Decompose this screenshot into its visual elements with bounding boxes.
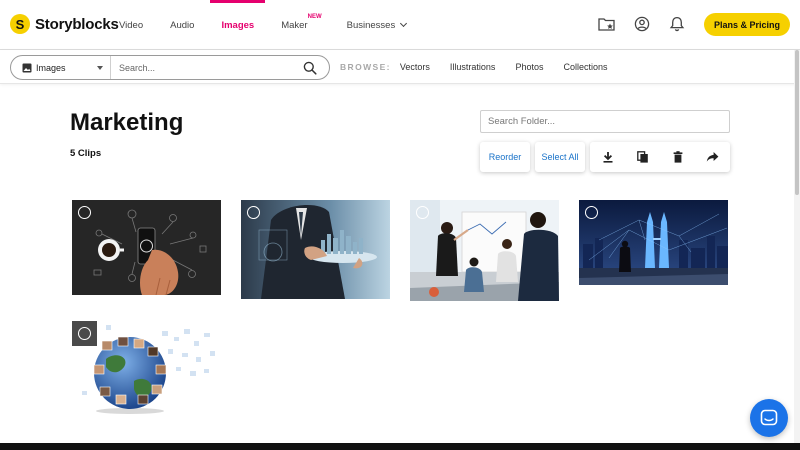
nav-businesses-label: Businesses: [346, 19, 396, 31]
caret-down-icon: [97, 65, 103, 70]
copy-icon: [636, 151, 648, 163]
select-all-button[interactable]: Select All: [535, 142, 585, 172]
clip-image-phone: [72, 200, 221, 295]
search-bar: Images BROWSE: Vectors Illustrations Pho…: [0, 50, 800, 84]
image-icon: [22, 63, 32, 72]
select-box[interactable]: [72, 321, 97, 346]
folder-actions: [590, 142, 730, 172]
browse-illustrations[interactable]: Illustrations: [450, 62, 496, 72]
clip-thumbnail[interactable]: [72, 200, 221, 295]
chevron-down-icon: [400, 19, 408, 28]
nav-images[interactable]: Images: [210, 0, 265, 50]
logo-text: Storyblocks: [35, 15, 119, 33]
media-type-label: Images: [36, 62, 66, 73]
nav-icon-group: [598, 15, 703, 33]
nav-audio-label: Audio: [170, 19, 195, 31]
new-badge: NEW: [307, 14, 322, 20]
storyblocks-logo[interactable]: S Storyblocks: [10, 14, 119, 34]
nav-businesses[interactable]: Businesses: [346, 0, 408, 50]
clip-thumbnail[interactable]: [410, 200, 559, 301]
select-circle-icon[interactable]: [247, 206, 260, 219]
clip-thumbnail[interactable]: [241, 200, 390, 299]
logo-mark: S: [10, 14, 30, 34]
nav-maker-label: Maker: [281, 19, 308, 31]
scrollbar-thumb[interactable]: [795, 50, 799, 195]
share-icon: [706, 152, 719, 162]
nav-images-label: Images: [221, 19, 255, 31]
browse-collections[interactable]: Collections: [563, 62, 607, 72]
browse-label: BROWSE:: [340, 62, 391, 72]
copy-button[interactable]: [625, 142, 660, 172]
download-icon: [603, 152, 612, 163]
plans-pricing-button[interactable]: Plans & Pricing: [704, 13, 790, 36]
clip-thumbnail[interactable]: [579, 200, 728, 285]
chat-icon: [760, 409, 778, 426]
page-scrollbar[interactable]: [794, 50, 800, 443]
clip-image-meeting: [410, 200, 559, 301]
clip-image-skyline: [579, 200, 728, 285]
nav-video[interactable]: Video: [119, 0, 143, 50]
search-icon[interactable]: [303, 61, 317, 75]
delete-button[interactable]: [660, 142, 695, 172]
browse-photos[interactable]: Photos: [515, 62, 543, 72]
footer-strip: [0, 443, 800, 450]
search-input[interactable]: [111, 57, 296, 78]
account-icon[interactable]: [633, 15, 651, 33]
folder-search-input[interactable]: [480, 110, 730, 133]
chat-support-button[interactable]: [750, 399, 788, 437]
select-circle-icon[interactable]: [585, 206, 598, 219]
bell-icon[interactable]: [668, 15, 686, 33]
select-circle-icon[interactable]: [78, 206, 91, 219]
top-navigation: S Storyblocks Video Audio Images Maker N…: [0, 0, 800, 50]
page-title: Marketing: [70, 109, 184, 136]
select-circle-icon[interactable]: [416, 206, 429, 219]
browse-links: BROWSE: Vectors Illustrations Photos Col…: [340, 50, 628, 84]
main-nav: Video Audio Images Maker NEW Businesses: [119, 0, 433, 50]
media-type-select[interactable]: Images: [11, 56, 111, 79]
browse-vectors[interactable]: Vectors: [400, 62, 430, 72]
clip-count: 5 Clips: [70, 148, 102, 159]
reorder-button[interactable]: Reorder: [480, 142, 530, 172]
folder-star-icon[interactable]: [598, 15, 616, 33]
download-button[interactable]: [590, 142, 625, 172]
nav-maker[interactable]: Maker NEW: [281, 0, 321, 50]
share-button[interactable]: [695, 142, 730, 172]
nav-audio[interactable]: Audio: [170, 0, 194, 50]
clip-thumbnail[interactable]: [72, 321, 221, 418]
select-circle-icon[interactable]: [78, 327, 91, 340]
trash-icon: [673, 151, 682, 163]
search-pill: Images: [10, 55, 330, 80]
clip-image-businessman: [241, 200, 390, 299]
nav-video-label: Video: [119, 19, 144, 31]
